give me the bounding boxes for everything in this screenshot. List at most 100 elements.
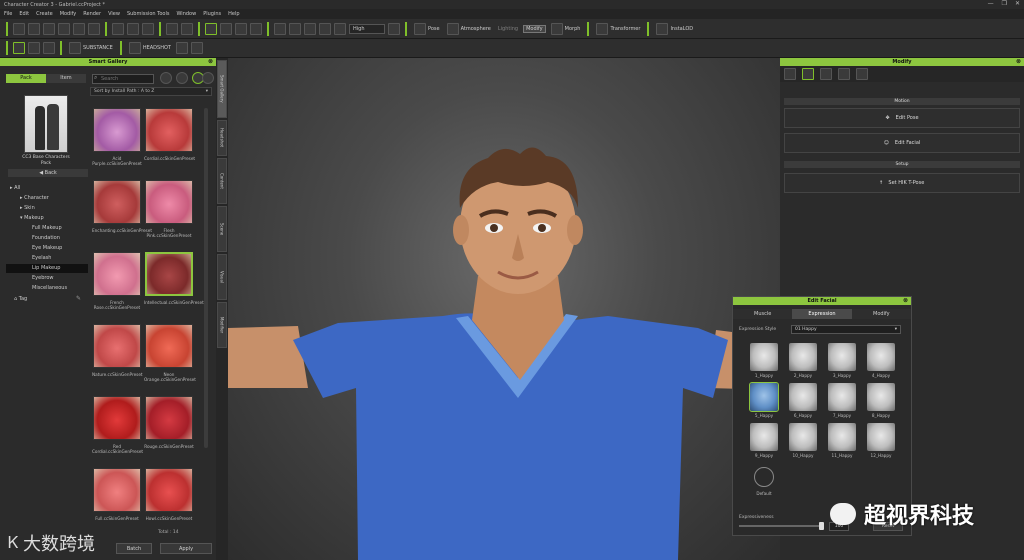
set-hik-tpose-button[interactable]: ☨ Set HIK T-Pose	[784, 173, 1020, 193]
light-icon[interactable]	[388, 22, 400, 35]
photo-icon[interactable]	[175, 42, 188, 54]
open-project-icon[interactable]	[28, 22, 40, 35]
tree-item-foundation[interactable]: Foundation	[32, 234, 60, 243]
tab-muscle[interactable]: Muscle	[733, 309, 793, 319]
expression-thumb[interactable]	[867, 343, 895, 371]
sort-dropdown[interactable]: Sort by Install Path : A to Z ▾	[90, 87, 212, 96]
redo-icon[interactable]	[181, 22, 193, 35]
panel-close-icon[interactable]: ⊗	[208, 58, 213, 66]
undo-icon[interactable]	[166, 22, 178, 35]
headshot-button[interactable]: HEADSHOT	[127, 42, 173, 54]
gallery-thumb[interactable]	[145, 396, 193, 440]
fit-view-icon[interactable]	[289, 22, 301, 35]
tree-item-skin[interactable]: ▸ Skin	[20, 204, 35, 213]
back-button[interactable]: ◀ Back	[8, 169, 88, 177]
pose-button[interactable]: Pose	[412, 22, 442, 35]
lighting-button[interactable]: Lighting	[496, 26, 520, 32]
tab-expression[interactable]: Expression	[792, 309, 852, 319]
orbit-view-icon[interactable]	[319, 22, 331, 35]
tree-item-eyebrow[interactable]: Eyebrow	[32, 274, 53, 283]
more-options-icon[interactable]	[202, 72, 214, 84]
export-icon[interactable]	[73, 22, 85, 35]
morph-slider-icon[interactable]	[820, 68, 832, 80]
section-setup[interactable]: Setup	[784, 161, 1020, 168]
filter-icon[interactable]	[160, 72, 172, 84]
minimize-icon[interactable]: —	[988, 0, 994, 7]
gallery-thumb[interactable]	[93, 468, 141, 512]
side-tab-headshot[interactable]: Headshot	[217, 120, 227, 156]
menu-edit[interactable]: Edit	[19, 11, 29, 17]
expression-thumb[interactable]	[867, 423, 895, 451]
expression-thumb[interactable]	[828, 383, 856, 411]
tree-item-eyelash[interactable]: Eyelash	[32, 254, 51, 263]
side-tab-smart-gallery[interactable]: Smart Gallery	[217, 60, 227, 118]
morph-toggle-icon[interactable]	[28, 42, 40, 54]
tree-item-all[interactable]: ▸ All	[10, 184, 20, 193]
expression-thumb[interactable]	[828, 343, 856, 371]
expression-thumb[interactable]	[789, 423, 817, 451]
material-icon[interactable]	[838, 68, 850, 80]
scale-tool-icon[interactable]	[250, 22, 262, 35]
modify-button[interactable]: Modify	[523, 24, 546, 33]
tab-modify[interactable]: Modify	[851, 309, 911, 319]
pan-view-icon[interactable]	[334, 22, 346, 35]
side-tab-content[interactable]: Content	[217, 158, 227, 204]
layout-icon[interactable]	[43, 42, 55, 54]
gallery-thumb[interactable]	[145, 324, 193, 368]
rotate-tool-icon[interactable]	[235, 22, 247, 35]
texture-checker-icon[interactable]	[856, 68, 868, 80]
close-icon[interactable]: ✕	[1015, 0, 1020, 7]
gallery-thumb[interactable]	[145, 108, 193, 152]
side-tab-modifier[interactable]: Modifier	[217, 302, 227, 348]
default-expression-icon[interactable]	[754, 467, 774, 487]
menu-submission-tools[interactable]: Submission Tools	[127, 11, 170, 17]
tree-item-eye-makeup[interactable]: Eye Makeup	[32, 244, 62, 253]
tag-row[interactable]: ⌂ Tag	[14, 295, 27, 304]
expression-thumb[interactable]	[828, 423, 856, 451]
side-tab-visual[interactable]: Visual	[217, 254, 227, 300]
expressiveness-slider-thumb[interactable]	[819, 522, 824, 530]
gallery-scrollbar[interactable]	[204, 108, 208, 448]
expression-style-dropdown[interactable]: 01 Happy ▾	[791, 325, 901, 334]
batch-button[interactable]: Batch	[116, 543, 152, 554]
menu-view[interactable]: View	[108, 11, 120, 17]
menu-render[interactable]: Render	[83, 11, 101, 17]
gallery-thumb[interactable]	[93, 396, 141, 440]
motion-icon[interactable]	[802, 68, 814, 80]
menu-window[interactable]: Window	[176, 11, 196, 17]
substance-button[interactable]: SUBSTANCE	[67, 42, 115, 54]
side-tab-scene[interactable]: Scene	[217, 206, 227, 252]
edit-pose-button[interactable]: ✥ Edit Pose	[784, 108, 1020, 128]
expression-thumb[interactable]	[789, 343, 817, 371]
refresh-icon[interactable]	[176, 72, 188, 84]
zoom-view-icon[interactable]	[304, 22, 316, 35]
expression-thumb-selected[interactable]	[749, 382, 779, 412]
import-icon[interactable]	[58, 22, 70, 35]
gallery-thumb[interactable]	[93, 180, 141, 224]
menu-file[interactable]: File	[4, 11, 12, 17]
move-tool-icon[interactable]	[220, 22, 232, 35]
select-tool-icon[interactable]	[205, 22, 217, 35]
window-close-icon[interactable]: ⊗	[903, 297, 908, 305]
gallery-toggle-icon[interactable]	[13, 42, 25, 54]
tag-edit-icon[interactable]: ✎	[76, 295, 81, 302]
menu-plugins[interactable]: Plugins	[203, 11, 221, 17]
gallery-thumb[interactable]	[93, 108, 141, 152]
menu-help[interactable]: Help	[228, 11, 239, 17]
apply-button[interactable]: Apply	[160, 543, 212, 554]
gallery-thumb-selected[interactable]	[145, 252, 193, 296]
menu-create[interactable]: Create	[36, 11, 53, 17]
section-motion[interactable]: Motion	[784, 98, 1020, 105]
tree-item-lip-makeup[interactable]: Lip Makeup	[6, 264, 88, 273]
camera-icon[interactable]	[142, 22, 154, 35]
attributes-icon[interactable]	[784, 68, 796, 80]
tree-item-makeup[interactable]: ▾ Makeup	[20, 214, 44, 223]
gallery-thumb[interactable]	[145, 468, 193, 512]
morph-button[interactable]: Morph	[549, 22, 583, 35]
3d-viewport[interactable]	[228, 58, 780, 560]
home-view-icon[interactable]	[274, 22, 286, 35]
tree-item-full-makeup[interactable]: Full Makeup	[32, 224, 62, 233]
settings-icon[interactable]	[127, 22, 139, 35]
search-input[interactable]	[92, 74, 154, 84]
screenshot-icon[interactable]	[88, 22, 100, 35]
